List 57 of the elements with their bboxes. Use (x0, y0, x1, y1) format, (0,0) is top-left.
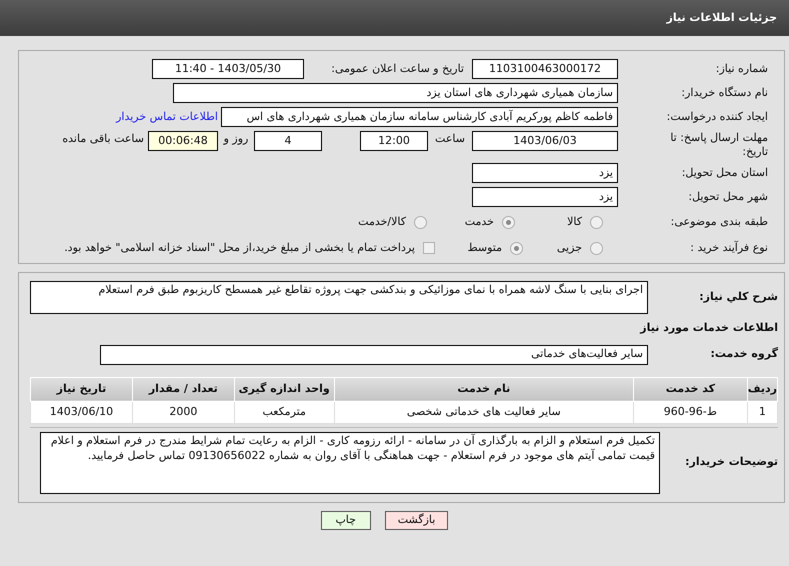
table-cell: 2000 (132, 401, 234, 423)
remaining-label: ساعت باقی مانده (62, 131, 144, 147)
radio-label: متوسط (467, 240, 502, 256)
back-button[interactable]: بازگشت (384, 510, 448, 530)
days-label: روز و (222, 131, 250, 147)
radio-button[interactable] (590, 242, 603, 254)
radio-button[interactable] (510, 242, 523, 254)
description-field[interactable]: اجرای بنایی با سنگ لاشه همراه با نمای موزائیکی و بندکشی جهت پروژه تقاطع غیر همسطح کاریزبوم طبق فرم استعلام (30, 281, 648, 314)
field-label: توضیحات خریدار: (684, 454, 778, 470)
print-button[interactable]: چاپ (320, 510, 371, 530)
radio-button[interactable] (502, 216, 515, 228)
field-label: تاریخ و ساعت اعلان عمومی: (330, 62, 464, 76)
column-header: تاریخ نیاز (30, 377, 132, 401)
radio-label: کالا (567, 214, 582, 230)
deadline-time-field[interactable]: 12:00 (360, 131, 428, 151)
field-label: ایجاد کننده درخواست: (666, 110, 768, 124)
deadline-date-field[interactable]: 1403/06/03 (472, 131, 618, 151)
field-label: طبقه بندی موضوعی: (670, 215, 768, 229)
field-label: شماره نیاز: (714, 62, 768, 76)
column-header: کد خدمت (633, 377, 748, 401)
announce-date-field[interactable]: 1403/05/30 - 11:40 (152, 59, 304, 79)
field-label: مهلت ارسال پاسخ: تا تاریخ: (669, 131, 768, 159)
table-cell: مترمکعب (234, 401, 334, 423)
buyer-contact-link[interactable]: اطلاعات تماس خریدار (116, 108, 218, 126)
province-field[interactable]: یزد (472, 163, 618, 183)
service-group-field[interactable]: سایر فعالیت‌های خدماتی (100, 344, 648, 364)
checkbox-label: پرداخت تمام یا بخشی از مبلغ خرید،از محل "اسناد خزانه اسلامی" خواهد بود. (64, 240, 415, 256)
field-label: شهر محل تحویل: (687, 190, 768, 204)
column-header: ردیف (747, 377, 778, 401)
page-title: جزئیات اطلاعات نیاز (666, 10, 777, 26)
need-number-field[interactable]: 1103100463000172 (472, 59, 618, 79)
days-field[interactable]: 4 (254, 131, 322, 151)
section-title: اطلاعات خدمات مورد نياز (638, 320, 778, 336)
radio-label: کالا/خدمت (358, 214, 406, 230)
field-label: نوع فرآیند خرید : (689, 241, 768, 255)
creator-field[interactable]: فاطمه کاظم پورکریم آبادی کارشناس سامانه سازمان همیاری شهرداری های اس (221, 107, 618, 127)
radio-label: خدمت (464, 214, 494, 230)
column-header: تعداد / مقدار (132, 377, 234, 401)
table-cell: 1 (747, 401, 778, 423)
city-field[interactable]: یزد (472, 187, 618, 207)
field-label: استان محل تحویل: (680, 166, 768, 180)
checkbox[interactable] (423, 242, 435, 254)
time-label: ساعت (434, 131, 466, 147)
field-label: گروه خدمت: (709, 346, 778, 362)
radio-button[interactable] (590, 216, 603, 228)
radio-button[interactable] (414, 216, 427, 228)
table-cell: 1403/06/10 (30, 401, 132, 423)
table-cell: سایر فعالیت های خدماتی شخصی (334, 401, 634, 423)
buyer-org-field[interactable]: سازمان همیاری شهرداری های استان یزد (173, 83, 618, 103)
field-label: شرح کلي نياز: (698, 289, 778, 305)
table-cell: ط-96-960 (633, 401, 748, 423)
column-header: واحد اندازه گیری (234, 377, 334, 401)
remaining-time-field[interactable]: 00:06:48 (148, 131, 218, 151)
radio-label: جزیی (556, 240, 582, 256)
buyer-notes-field[interactable]: تکمیل فرم استعلام و الزام به بارگذاری آن در سامانه - ارائه رزومه کاری - الزام به رعایت تمام شرایط مندرج در فرم استعلام و اعلام قیمت تمامی آیتم های موجود در فرم استعلام - جهت هماهنگی با آقای روان به شماره 09130656022 تماس حاصل فرمایید. (40, 432, 660, 494)
column-header: نام خدمت (334, 377, 634, 401)
field-label: نام دستگاه خریدار: (680, 86, 768, 100)
